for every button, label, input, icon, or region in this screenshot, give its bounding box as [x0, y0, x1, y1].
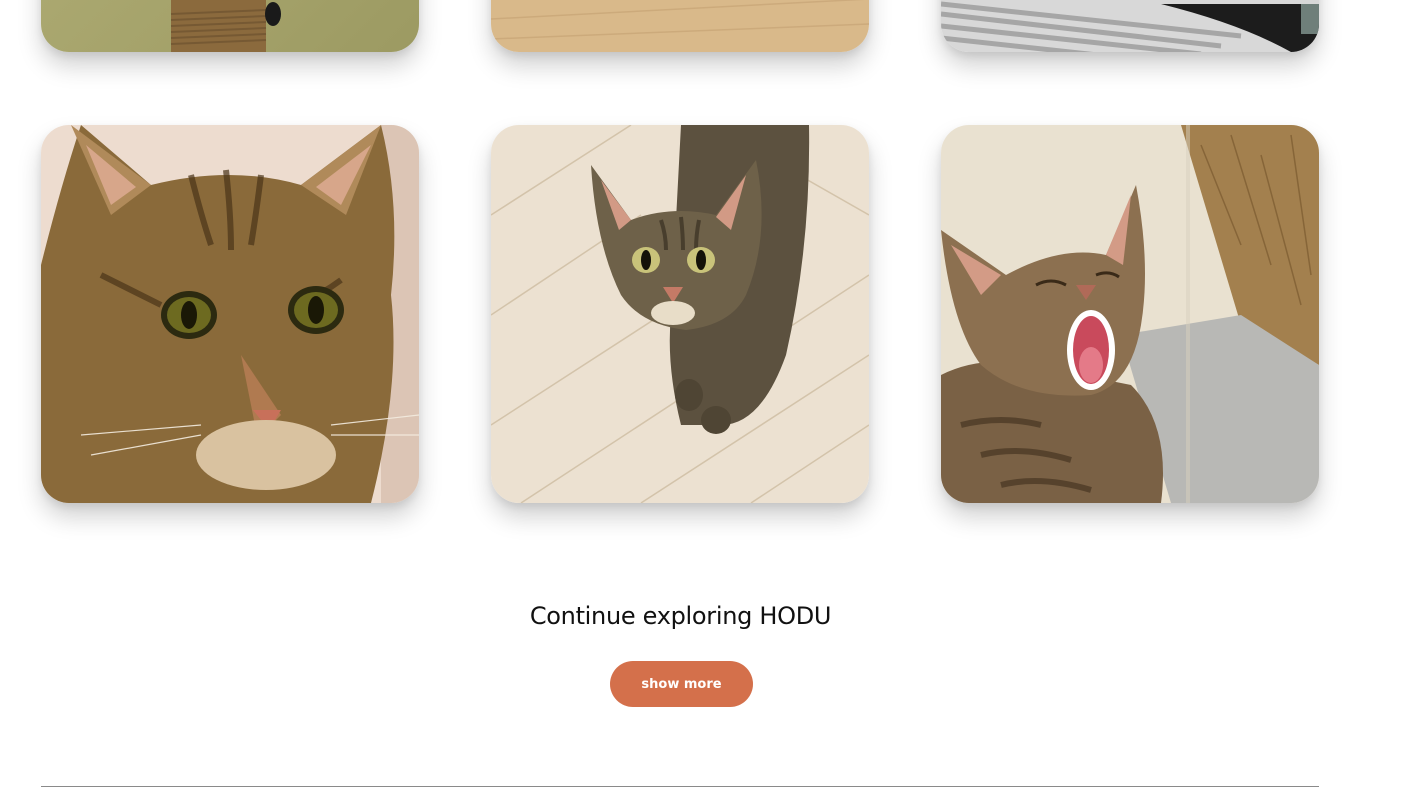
photo-card-cat-closeup[interactable] [41, 125, 419, 503]
page: Continue exploring HODU show more [0, 0, 1410, 789]
photo-card-striped-blanket[interactable] [941, 0, 1319, 52]
floor-photo [491, 0, 869, 52]
footer-divider [41, 786, 1319, 787]
photo-card-cat-yawning[interactable] [941, 125, 1319, 503]
show-more-button[interactable]: show more [610, 661, 753, 707]
cat-photo [41, 0, 419, 52]
cat-looking-up-photo [491, 125, 869, 503]
blanket-photo [941, 0, 1319, 52]
cat-yawning-photo [941, 125, 1319, 503]
photo-card-cat-looking-up[interactable] [491, 125, 869, 503]
photo-card-cat-scratching-post[interactable] [41, 0, 419, 52]
cat-closeup-photo [41, 125, 419, 503]
continue-exploring-heading: Continue exploring HODU [529, 602, 832, 630]
photo-card-wooden-floor[interactable] [491, 0, 869, 52]
